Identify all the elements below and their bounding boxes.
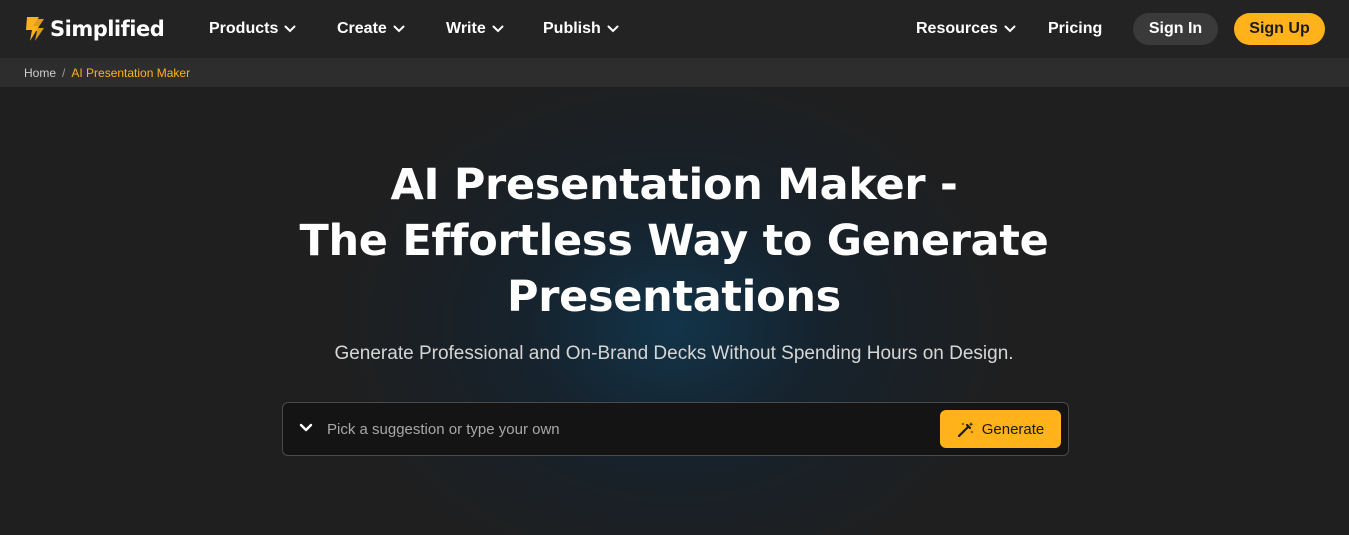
nav-write[interactable]: Write bbox=[446, 20, 504, 38]
generate-button-label: Generate bbox=[981, 420, 1045, 438]
generate-button[interactable]: Generate bbox=[940, 410, 1061, 448]
nav-products[interactable]: Products bbox=[209, 20, 296, 38]
breadcrumb-separator: / bbox=[62, 65, 66, 80]
chevron-down-icon bbox=[492, 25, 504, 33]
nav-write-label: Write bbox=[446, 20, 486, 37]
prompt-bar: Generate bbox=[282, 402, 1069, 456]
simplified-logo-icon bbox=[26, 17, 44, 41]
nav-resources-label: Resources bbox=[916, 20, 998, 37]
nav-publish-label: Publish bbox=[543, 20, 601, 37]
chevron-down-icon bbox=[393, 25, 405, 33]
nav-pricing[interactable]: Pricing bbox=[1048, 20, 1102, 38]
prompt-input[interactable] bbox=[327, 415, 927, 443]
page-title-line-2: The Effortless Way to Generate bbox=[299, 216, 1049, 266]
magic-wand-icon bbox=[957, 421, 974, 437]
breadcrumb: Home / AI Presentation Maker bbox=[0, 58, 1349, 87]
page-title: AI Presentation Maker - The Effortless W… bbox=[224, 157, 1124, 325]
nav-products-label: Products bbox=[209, 20, 279, 37]
nav-resources[interactable]: Resources bbox=[916, 20, 1016, 38]
nav-pricing-label: Pricing bbox=[1048, 20, 1103, 37]
page-title-line-3: Presentations bbox=[507, 272, 841, 322]
chevron-down-icon bbox=[1004, 25, 1016, 33]
hero-section: AI Presentation Maker - The Effortless W… bbox=[0, 87, 1349, 535]
breadcrumb-home-link[interactable]: Home bbox=[24, 66, 56, 80]
brand-name: Simplified bbox=[50, 17, 165, 41]
brand-logo[interactable]: Simplified bbox=[24, 14, 165, 44]
breadcrumb-current-page: AI Presentation Maker bbox=[71, 65, 191, 80]
nav-create[interactable]: Create bbox=[337, 20, 405, 38]
hero-subtitle: Generate Professional and On-Brand Decks… bbox=[334, 343, 1014, 364]
sign-up-button[interactable]: Sign Up bbox=[1234, 13, 1325, 45]
page-title-line-1: AI Presentation Maker - bbox=[390, 160, 958, 210]
nav-publish[interactable]: Publish bbox=[543, 20, 619, 38]
top-navigation-bar: Simplified Products Create Write Publish… bbox=[0, 0, 1349, 58]
nav-create-label: Create bbox=[337, 20, 387, 37]
chevron-down-icon bbox=[607, 25, 619, 33]
chevron-down-icon[interactable] bbox=[299, 423, 313, 433]
sign-in-button[interactable]: Sign In bbox=[1133, 13, 1218, 45]
chevron-down-icon bbox=[284, 25, 296, 33]
